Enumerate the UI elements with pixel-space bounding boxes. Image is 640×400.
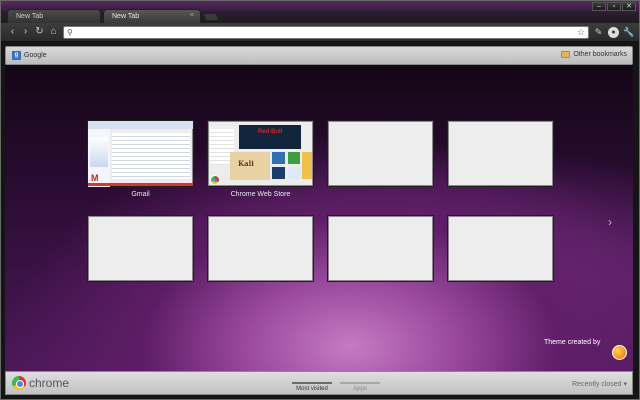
google-favicon-icon: g (12, 51, 21, 60)
back-button[interactable]: ‹ (7, 26, 18, 38)
thumbnail-gmail[interactable]: M (87, 120, 194, 187)
webstore-logo-icon (210, 175, 220, 185)
minimize-button[interactable]: – (592, 2, 606, 11)
wrench-menu-icon[interactable]: 🔧 (623, 27, 634, 38)
gmail-bottom-stripe (88, 183, 193, 186)
tab-new-tab-1[interactable]: New Tab (7, 9, 101, 23)
recently-closed-menu[interactable]: Recently closed ▾ (572, 380, 627, 388)
search-icon: ⚲ (67, 28, 73, 37)
thumbnail-label: Gmail (131, 191, 150, 198)
bookmark-star-icon[interactable]: ☆ (577, 27, 585, 38)
close-window-button[interactable]: ✕ (622, 2, 636, 11)
section-indicator (292, 382, 332, 384)
webstore-tile (302, 152, 312, 179)
webstore-tile (272, 152, 285, 164)
gmail-message-list (112, 133, 190, 179)
window-controls: – ▫ ✕ (591, 2, 636, 11)
tab-title: New Tab (16, 13, 44, 20)
new-tab-page: M Gmail Red Bull Kali Chrome Web Store ›… (5, 65, 633, 371)
thumbnail-empty-6[interactable] (207, 215, 314, 282)
section-label: Most visited (296, 386, 328, 392)
tab-new-tab-2-active[interactable]: New Tab × (103, 9, 201, 23)
section-label: Apps (353, 386, 367, 392)
webstore-banner-text: Red Bull (258, 129, 283, 135)
thumbnail-empty-7[interactable] (327, 215, 434, 282)
omnibox[interactable]: ⚲ ☆ (63, 26, 589, 39)
new-tab-button[interactable] (202, 13, 220, 21)
browser-window: New Tab New Tab × – ▫ ✕ ‹ › ↻ ⌂ ⚲ ☆ ✎ ● … (0, 0, 640, 400)
home-button[interactable]: ⌂ (48, 26, 59, 38)
webstore-tile (288, 167, 301, 179)
webstore-tile (272, 167, 285, 179)
ntp-footer: chrome Most visited Apps Recently closed… (5, 371, 633, 395)
section-indicator (340, 382, 380, 384)
thumbnail-empty-8[interactable] (447, 215, 554, 282)
gmail-header (88, 121, 193, 129)
toolbar: ‹ › ↻ ⌂ ⚲ ☆ ✎ ● 🔧 (1, 23, 639, 42)
bookmarks-bar: g Google Other bookmarks (5, 46, 633, 65)
page-action-icon[interactable]: ✎ (593, 27, 604, 38)
chrome-logo-icon (12, 376, 26, 390)
reload-button[interactable]: ↻ (34, 26, 45, 38)
thumbnail-empty-5[interactable] (87, 215, 194, 282)
gmail-logo-icon: M (91, 173, 99, 183)
thumbnail-chrome-web-store[interactable]: Red Bull Kali (207, 120, 314, 187)
folder-icon (561, 51, 571, 58)
thumbnail-empty-4[interactable] (447, 120, 554, 187)
profile-globe-icon[interactable]: ● (608, 27, 619, 38)
section-most-visited[interactable]: Most visited (292, 382, 332, 392)
thumbnail-empty-3[interactable] (327, 120, 434, 187)
other-bookmarks-label: Other bookmarks (573, 51, 627, 58)
other-bookmarks[interactable]: Other bookmarks (561, 51, 627, 58)
thumbnail-label: Chrome Web Store (230, 191, 291, 198)
forward-button[interactable]: › (20, 26, 31, 38)
next-page-arrow-icon[interactable]: › (608, 215, 612, 229)
close-tab-icon[interactable]: × (190, 12, 194, 19)
tab-strip: New Tab New Tab × – ▫ ✕ (1, 1, 639, 23)
tab-title: New Tab (112, 13, 140, 20)
webstore-game-text: Kali (238, 159, 254, 168)
theme-creator-logo-icon[interactable] (612, 345, 627, 360)
theme-credit: Theme created by (544, 339, 601, 346)
bookmark-google[interactable]: g Google (12, 51, 47, 60)
section-apps[interactable]: Apps (340, 382, 380, 392)
chrome-wordmark: chrome (29, 376, 70, 390)
gmail-nav (90, 137, 108, 167)
maximize-button[interactable]: ▫ (607, 2, 621, 11)
bookmark-label: Google (24, 52, 47, 59)
webstore-tile (288, 152, 300, 164)
